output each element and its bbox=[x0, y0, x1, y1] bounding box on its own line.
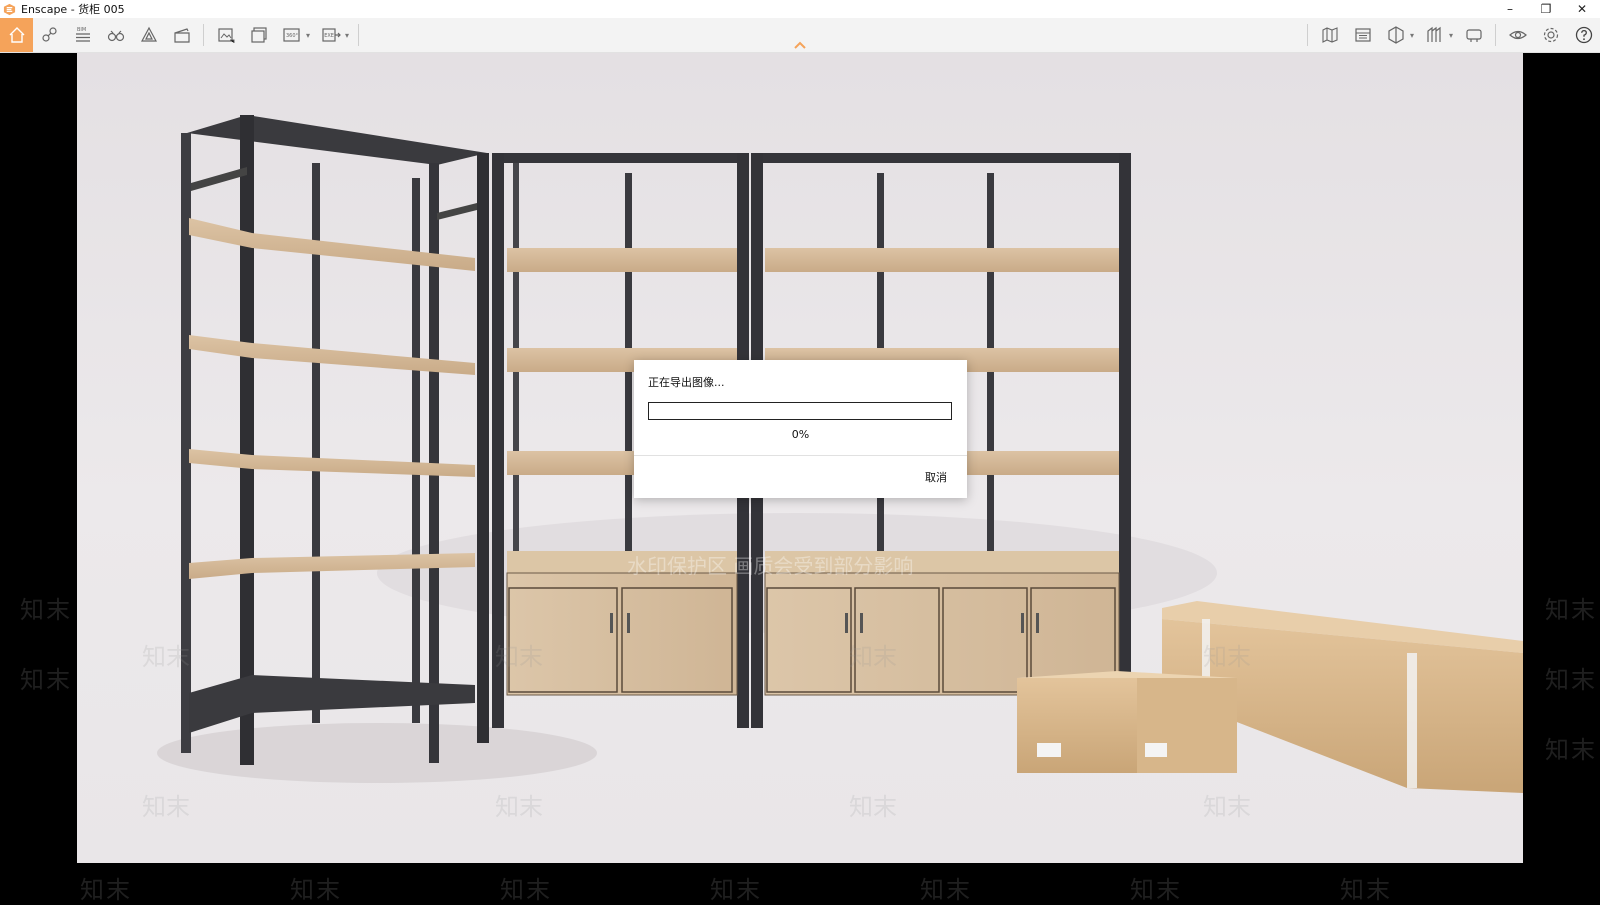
collapse-toolbar-chevron-icon[interactable] bbox=[792, 38, 808, 52]
help-button[interactable] bbox=[1567, 18, 1600, 52]
window-controls: – ❐ ✕ bbox=[1492, 0, 1600, 18]
material-dropdown-caret[interactable]: ▾ bbox=[1447, 18, 1455, 52]
minimize-button[interactable]: – bbox=[1492, 0, 1528, 18]
views-button[interactable] bbox=[99, 18, 132, 52]
section-icon bbox=[1387, 26, 1404, 44]
video-editor-button[interactable] bbox=[165, 18, 198, 52]
export-progress-dialog: 正在导出图像... 0% 取消 bbox=[634, 360, 967, 498]
dialog-title: 正在导出图像... bbox=[648, 376, 725, 389]
material-icon bbox=[1426, 26, 1441, 42]
watermark-brand-text: 知末 bbox=[20, 596, 72, 624]
cancel-button[interactable]: 取消 bbox=[905, 466, 953, 488]
watermark-brand-text: 知末 bbox=[495, 793, 543, 821]
settings-icon bbox=[1543, 27, 1558, 43]
map-view-button[interactable] bbox=[1313, 18, 1346, 52]
video-editor-icon bbox=[173, 28, 190, 43]
dialog-divider bbox=[634, 455, 967, 456]
watermark-brand-text: 知末 bbox=[1203, 793, 1251, 821]
views-icon bbox=[1354, 28, 1371, 42]
vr-headset-icon bbox=[1465, 29, 1482, 42]
bim-icon: BIM bbox=[75, 27, 90, 42]
section-dropdown-caret[interactable]: ▾ bbox=[1408, 18, 1416, 52]
panorama-360-icon: 360° bbox=[282, 28, 300, 42]
render-image-icon bbox=[217, 28, 234, 43]
panorama-label: 360° bbox=[286, 33, 299, 39]
watermark-brand-text: 知末 bbox=[142, 643, 190, 671]
visibility-icon bbox=[1508, 30, 1527, 40]
export-exe-icon: EXE bbox=[321, 28, 341, 42]
tall-shelf-left bbox=[181, 115, 489, 765]
watermark-brand-text: 知末 bbox=[1545, 596, 1597, 624]
settings-button[interactable] bbox=[1534, 18, 1567, 52]
exe-label: EXE bbox=[324, 33, 334, 39]
visibility-button[interactable] bbox=[1501, 18, 1534, 52]
watermark-brand-text: 知末 bbox=[142, 793, 190, 821]
toolbar-right: ▾ ▾ bbox=[1302, 18, 1600, 52]
map-view-icon bbox=[1321, 27, 1338, 43]
toolbar-separator bbox=[358, 24, 359, 46]
toolbar-separator bbox=[203, 24, 204, 46]
watermark-brand-text: 知末 bbox=[1545, 736, 1597, 764]
binoculars-icon bbox=[107, 30, 124, 42]
render-image-button[interactable] bbox=[209, 18, 242, 52]
views-panel-button[interactable] bbox=[1346, 18, 1379, 52]
bim-button[interactable]: BIM bbox=[66, 18, 99, 52]
watermark-brand-text: 知末 bbox=[20, 666, 72, 694]
progress-percent: 0% bbox=[791, 428, 810, 441]
walk-mode-button[interactable] bbox=[33, 18, 66, 52]
watermark-brand-text: 知末 bbox=[1545, 666, 1597, 694]
panorama-dropdown-caret[interactable]: ▾ bbox=[304, 18, 312, 52]
enscape-logo-icon bbox=[3, 3, 16, 15]
watermark-brand-text: 知末 bbox=[849, 643, 897, 671]
export-dropdown-caret[interactable]: ▾ bbox=[343, 18, 351, 52]
batch-render-icon bbox=[250, 27, 267, 43]
export-progress-bar bbox=[648, 402, 952, 420]
maximize-button[interactable]: ❐ bbox=[1528, 0, 1564, 18]
toolbar: BIM 360° ▾ EXE ▾ ▾ ▾ bbox=[0, 18, 1600, 53]
watermark-banner-text: 水印保护区 画质会受到部分影响 bbox=[627, 554, 913, 578]
window-title: Enscape - 货柜 005 bbox=[21, 3, 125, 16]
batch-render-button[interactable] bbox=[242, 18, 275, 52]
title-bar: Enscape - 货柜 005 – ❐ ✕ bbox=[0, 0, 1600, 18]
toolbar-separator bbox=[1495, 24, 1496, 46]
map-pin-icon bbox=[41, 27, 57, 42]
toolbar-separator bbox=[1307, 24, 1308, 46]
toolbar-left: BIM 360° ▾ EXE ▾ bbox=[0, 18, 364, 52]
bim-label: BIM bbox=[77, 27, 86, 33]
home-icon bbox=[9, 27, 24, 43]
home-button[interactable] bbox=[0, 18, 33, 52]
asset-library-icon bbox=[140, 26, 157, 42]
watermark-brand-text: 知末 bbox=[1203, 643, 1251, 671]
vr-headset-button[interactable] bbox=[1457, 18, 1490, 52]
asset-library-button[interactable] bbox=[132, 18, 165, 52]
watermark-brand-text: 知末 bbox=[495, 643, 543, 671]
help-icon bbox=[1575, 26, 1592, 44]
watermark-brand-text: 知末 bbox=[849, 793, 897, 821]
close-button[interactable]: ✕ bbox=[1564, 0, 1600, 18]
